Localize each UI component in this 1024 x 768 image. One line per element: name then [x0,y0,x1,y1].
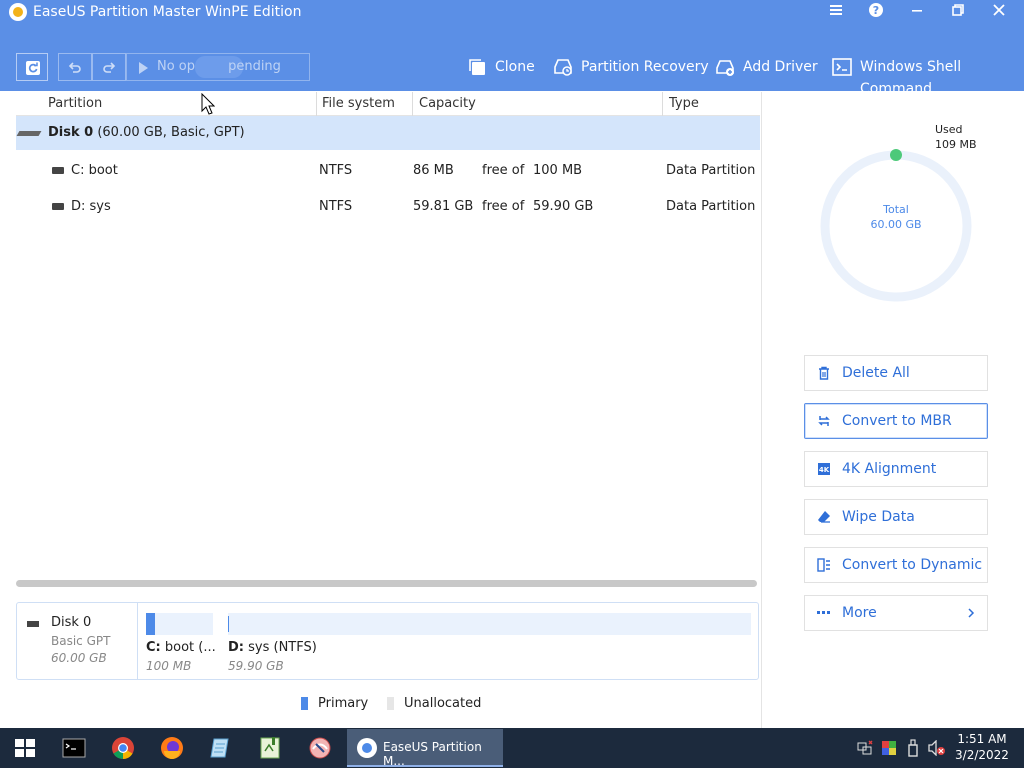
easeus-app-window: EaseUS Partition Master WinPE Edition ? [0,0,1024,728]
undo-button[interactable] [58,53,92,81]
diskmap-disk-size: 60.00 GB [51,651,107,665]
more-button[interactable]: More [804,595,988,631]
trash-icon [819,366,829,380]
pending-label: No op pending [157,59,281,74]
eraser-icon [818,511,830,523]
partition-d-usage-bar [228,616,229,632]
add-driver-button[interactable]: Add Driver [715,56,818,78]
window-title: EaseUS Partition Master WinPE Edition [33,4,302,20]
partition-table-header: Partition File system Capacity Type [16,92,760,116]
windows-shell-command-button[interactable]: Windows Shell Command [832,56,1024,97]
chevron-right-icon [968,608,975,618]
disk-name: Disk 0 [48,125,94,140]
notepad-app-icon[interactable] [208,735,234,761]
restore-icon[interactable] [947,2,969,24]
side-panel: Used 109 MB Total 60.00 GB Delete All Co… [761,92,1024,728]
diskmap-disk-name: Disk 0 [51,615,92,630]
firefox-icon[interactable] [159,735,185,761]
usb-drive-icon[interactable] [906,739,920,757]
tool-app-icon[interactable] [307,735,333,761]
used-label: Used [935,123,963,136]
used-value: 109 MB [935,138,977,151]
svg-text:?: ? [873,4,879,17]
execute-pending-button[interactable]: No op pending [126,53,310,81]
used-indicator-dot [890,149,902,161]
taskbar-easeus-app[interactable]: EaseUS Partition M... [347,729,503,768]
dynamic-disk-icon [817,558,830,572]
editor-app-icon[interactable] [257,735,283,761]
svg-text:4K: 4K [819,466,830,474]
legend-primary-swatch [301,697,308,710]
shell-command-icon [832,58,852,76]
add-driver-icon [716,60,734,76]
taskbar-clock[interactable]: 1:51 AM 3/2/2022 [952,731,1012,763]
header-bar: EaseUS Partition Master WinPE Edition ? [0,0,1024,97]
partition-drive-icon [52,167,64,174]
delete-all-button[interactable]: Delete All [804,355,988,391]
redo-icon [103,62,116,73]
mouse-cursor-icon [201,93,215,115]
total-label: Total [883,203,909,216]
alignment-4k-icon: 4K [818,463,830,475]
windows-start-icon[interactable] [12,735,38,761]
clock-date: 3/2/2022 [955,748,1009,762]
horizontal-scrollbar[interactable] [16,580,757,587]
legend-unallocated-swatch [387,697,394,710]
disk-detail: (60.00 GB, Basic, GPT) [97,125,245,140]
hard-disk-icon [27,621,39,627]
column-type[interactable]: Type [669,96,699,111]
partition-c-usage-bar [146,613,156,635]
close-icon[interactable] [988,2,1010,24]
wipe-data-button[interactable]: Wipe Data [804,499,988,535]
disk-map-disk-info[interactable]: Disk 0 Basic GPT 60.00 GB [17,603,138,679]
redo-button[interactable] [92,53,126,81]
diskmap-disk-type: Basic GPT [51,634,111,648]
windows-taskbar: EaseUS Partition M... 1:51 AM 3/2/2022 [0,728,1024,768]
clone-button[interactable]: Clone [467,56,535,78]
command-prompt-icon[interactable] [61,735,87,761]
partition-recovery-icon [554,59,572,76]
minimize-icon[interactable] [906,2,928,24]
disk-map-panel: Disk 0 Basic GPT 60.00 GB C: boot (... 1… [16,602,759,680]
legend-unallocated-label: Unallocated [404,696,482,711]
refresh-button[interactable] [16,53,48,81]
undo-icon [68,62,81,73]
display-color-icon[interactable] [881,740,897,756]
4k-alignment-button[interactable]: 4K 4K Alignment [804,451,988,487]
hard-disk-icon [16,131,42,136]
app-logo-icon [9,3,27,21]
table-row[interactable]: D: sys NTFS 59.81 GB free of 59.90 GB Da… [16,188,760,224]
chrome-icon[interactable] [110,735,136,761]
more-dots-icon [817,611,830,614]
partition-recovery-button[interactable]: Partition Recovery [553,56,709,78]
convert-to-dynamic-button[interactable]: Convert to Dynamic [804,547,988,583]
easeus-taskbar-icon [357,738,377,758]
column-capacity[interactable]: Capacity [419,96,476,111]
help-icon[interactable]: ? [865,2,887,24]
total-value: 60.00 GB [870,218,922,231]
convert-icon [818,416,830,426]
clone-icon [469,59,485,75]
refresh-icon [26,61,40,75]
partition-drive-icon [52,203,64,210]
column-file-system[interactable]: File system [322,96,395,111]
clock-time: 1:51 AM [957,732,1007,746]
volume-muted-icon[interactable] [928,740,946,756]
play-icon [139,62,148,74]
title-bar: EaseUS Partition Master WinPE Edition ? [0,0,1024,26]
column-partition[interactable]: Partition [48,96,102,111]
network-icon[interactable] [857,740,873,756]
table-row[interactable]: C: boot NTFS 86 MB free of 100 MB Data P… [16,152,760,188]
disk-row[interactable]: Disk 0 (60.00 GB, Basic, GPT) [16,116,760,150]
legend-primary-label: Primary [318,696,369,711]
menu-icon[interactable] [825,2,847,24]
convert-to-mbr-button[interactable]: Convert to MBR [804,403,988,439]
